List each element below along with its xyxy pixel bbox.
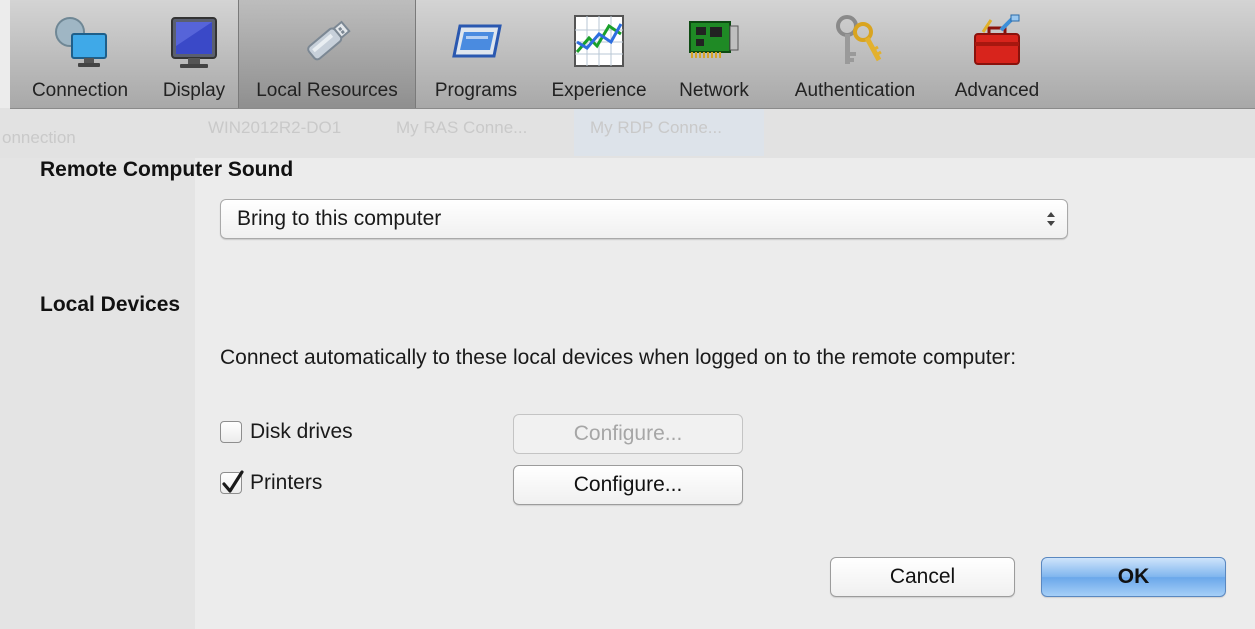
program-window-icon [446,12,506,72]
toolbox-icon [967,12,1027,72]
tab-label: Experience [551,80,647,101]
checkmark-icon [222,470,244,493]
tab-authentication[interactable]: Authentication [766,0,944,108]
usb-drive-icon [297,12,357,72]
tab-label: Connection [31,80,129,101]
tab-programs[interactable]: Programs [416,0,536,108]
remote-sound-title: Remote Computer Sound [40,158,294,181]
tab-label: Local Resources [256,80,398,101]
select-updown-icon [1047,212,1055,226]
tab-advanced[interactable]: Advanced [944,0,1050,108]
remote-sound-select[interactable]: Bring to this computer [220,199,1068,239]
tab-label: Network [679,80,749,101]
background-item: WIN2012R2-DO1 [208,118,342,137]
local-devices-title: Local Devices [40,293,181,316]
background-item: My RDP Conne... [590,118,722,137]
printers-label: Printers [250,471,323,494]
ok-button[interactable]: OK [1041,557,1226,597]
tab-connection[interactable]: Connection [10,0,150,108]
tab-network[interactable]: Network [662,0,766,108]
tab-label: Advanced [954,80,1040,101]
remote-sound-selected-value: Bring to this computer [237,207,442,230]
cancel-button[interactable]: Cancel [830,557,1015,597]
performance-chart-icon [569,12,629,72]
disk-drives-row: Disk drives [220,420,353,444]
tab-label: Display [162,80,226,101]
tab-experience[interactable]: Experience [536,0,662,108]
network-card-icon [684,12,744,72]
local-devices-description: Connect automatically to these local dev… [220,346,1017,369]
disk-drives-label: Disk drives [250,420,353,443]
background-sidebar [0,108,195,629]
monitor-network-icon [50,12,110,72]
background-sidebar-text: onnection [2,128,76,147]
tab-local-resources[interactable]: Local Resources [238,0,416,108]
background-item: My RAS Conne... [396,118,528,137]
disk-drives-checkbox[interactable] [220,421,242,443]
printers-checkbox[interactable] [220,470,244,494]
keys-icon [825,12,885,72]
preferences-toolbar: Connection Display Local Resources Progr… [10,0,1255,109]
configure-disk-drives-button[interactable]: Configure... [513,414,743,454]
tab-label: Programs [434,80,518,101]
tab-label: Authentication [794,80,916,101]
display-monitor-icon [164,12,224,72]
tab-display[interactable]: Display [150,0,238,108]
printers-row: Printers [220,470,323,495]
configure-printers-button[interactable]: Configure... [513,465,743,505]
